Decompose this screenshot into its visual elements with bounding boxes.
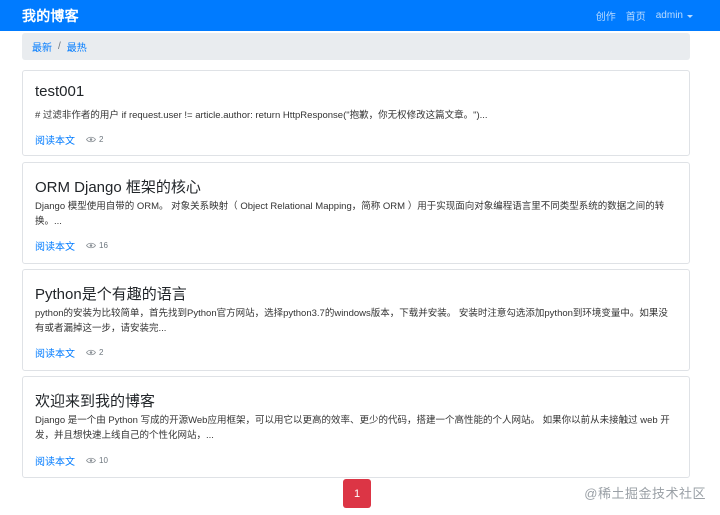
article-excerpt: # 过滤非作者的用户 if request.user != article.au… — [35, 110, 488, 121]
view-count-value: 16 — [99, 241, 108, 250]
navbar: 我的博客 创作 首页 admin — [0, 0, 720, 31]
nav-link-create[interactable]: 创作 — [591, 8, 621, 23]
view-count: 10 — [86, 456, 108, 465]
pagination-current-page[interactable]: 1 — [343, 479, 371, 508]
read-article-link[interactable]: 阅读本文 — [35, 453, 75, 468]
article-excerpt: Django 模型使用自带的 ORM。 对象关系映射（ Object Relat… — [35, 201, 665, 227]
article-excerpt: Django 是一个由 Python 写成的开源Web应用框架，可以用它以更高的… — [35, 415, 670, 441]
article-card: Python是个有趣的语言 python的安装为比较简单，首先找到Python官… — [22, 269, 690, 371]
user-dropdown[interactable]: admin — [651, 10, 698, 21]
breadcrumb: 最新 / 最热 — [22, 33, 690, 60]
article-footer: 阅读本文 16 — [35, 238, 108, 253]
article-excerpt: python的安装为比较简单，首先找到Python官方网站，选择python3.… — [35, 308, 668, 334]
article-footer: 阅读本文 2 — [35, 132, 103, 147]
article-title[interactable]: 欢迎来到我的博客 — [35, 390, 155, 411]
article-footer: 阅读本文 2 — [35, 345, 103, 360]
breadcrumb-latest[interactable]: 最新 — [32, 39, 52, 54]
brand-link[interactable]: 我的博客 — [22, 6, 79, 26]
eye-icon — [86, 349, 96, 356]
nav-links: 创作 首页 admin — [591, 8, 698, 23]
view-count: 2 — [86, 348, 103, 357]
view-count-value: 10 — [99, 456, 108, 465]
read-article-link[interactable]: 阅读本文 — [35, 238, 75, 253]
article-card: 欢迎来到我的博客 Django 是一个由 Python 写成的开源Web应用框架… — [22, 376, 690, 478]
read-article-link[interactable]: 阅读本文 — [35, 345, 75, 360]
article-card: ORM Django 框架的核心 Django 模型使用自带的 ORM。 对象关… — [22, 162, 690, 264]
view-count-value: 2 — [99, 348, 104, 357]
eye-icon — [86, 242, 96, 249]
eye-icon — [86, 136, 96, 143]
view-count-value: 2 — [99, 135, 104, 144]
user-name: admin — [655, 10, 683, 21]
nav-link-home[interactable]: 首页 — [621, 8, 651, 23]
article-footer: 阅读本文 10 — [35, 453, 108, 468]
article-title[interactable]: ORM Django 框架的核心 — [35, 176, 201, 197]
view-count: 2 — [86, 135, 103, 144]
article-title[interactable]: Python是个有趣的语言 — [35, 283, 187, 304]
eye-icon — [86, 457, 96, 464]
article-title[interactable]: test001 — [35, 83, 84, 100]
breadcrumb-hottest[interactable]: 最热 — [67, 39, 87, 54]
watermark: @稀土掘金技术社区 — [584, 486, 706, 501]
breadcrumb-separator: / — [58, 41, 61, 52]
caret-down-icon — [687, 14, 693, 18]
article-card: test001 # 过滤非作者的用户 if request.user != ar… — [22, 70, 690, 156]
read-article-link[interactable]: 阅读本文 — [35, 132, 75, 147]
view-count: 16 — [86, 241, 108, 250]
